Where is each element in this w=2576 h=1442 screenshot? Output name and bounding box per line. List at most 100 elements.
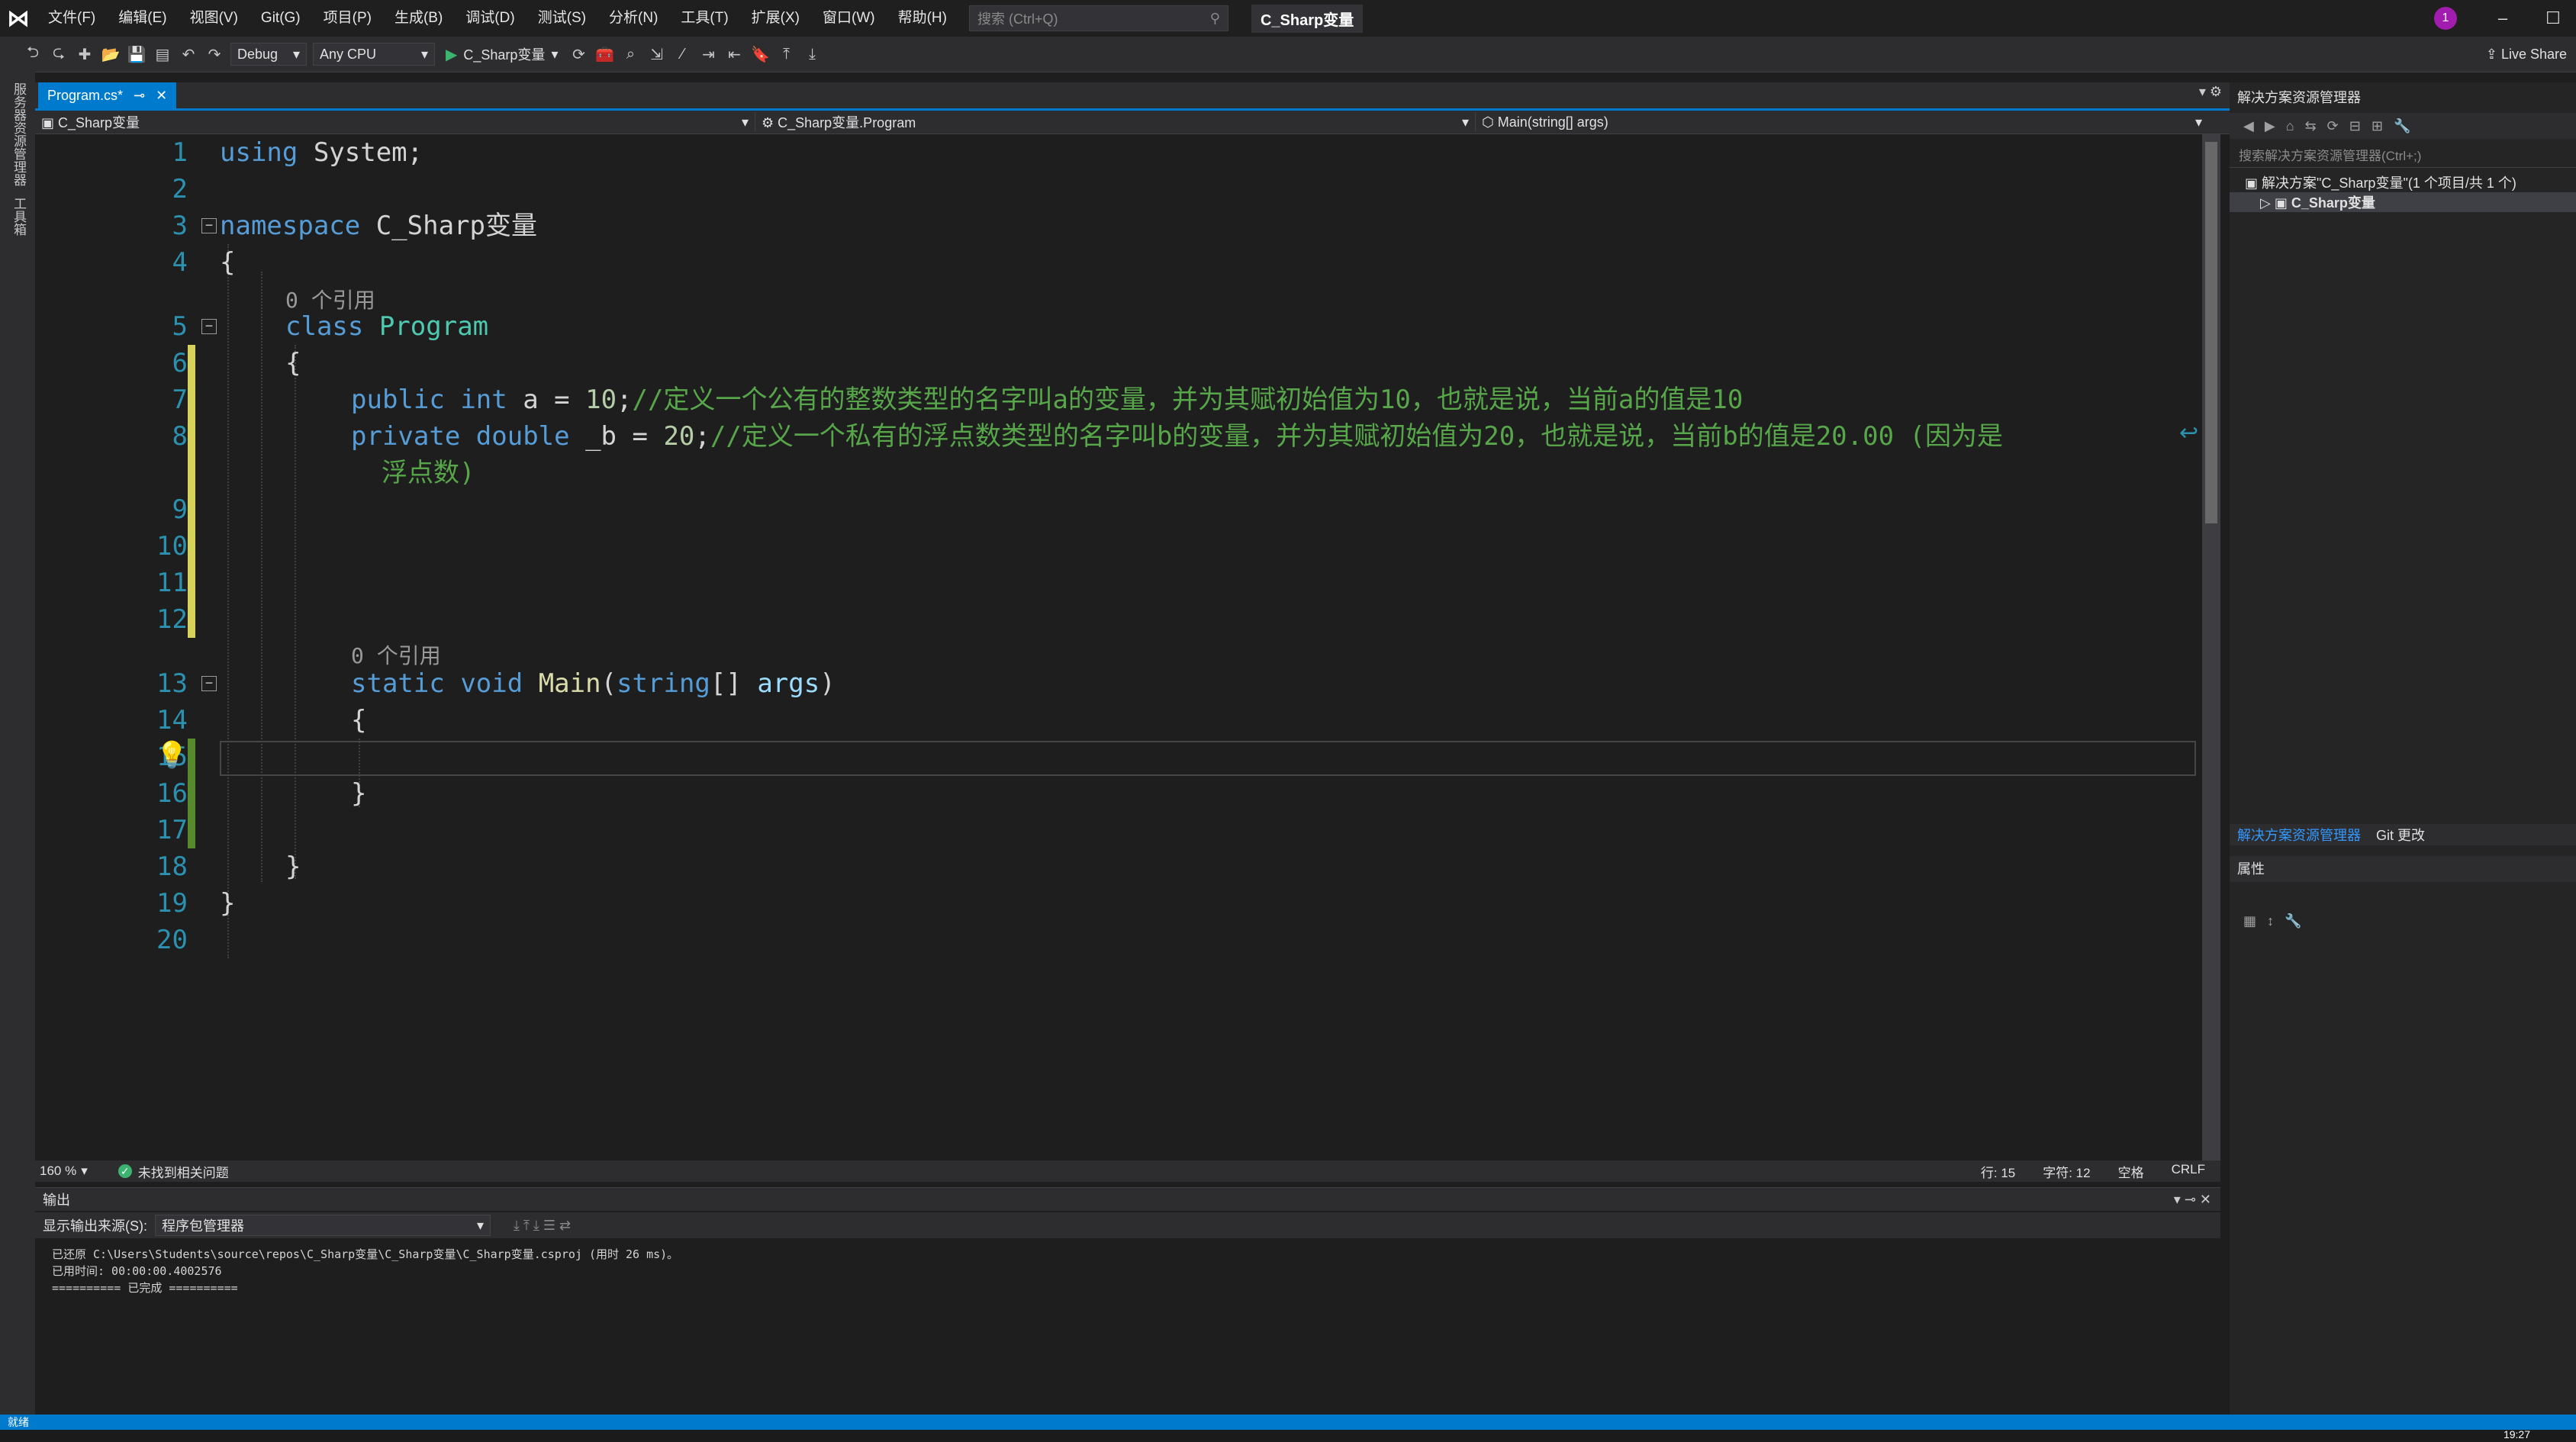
line-ending-indicator[interactable]: CRLF <box>2172 1162 2205 1181</box>
share-icon: ⇪ <box>2485 47 2501 62</box>
home-icon[interactable]: ⌂ <box>2286 118 2294 134</box>
menu-window[interactable]: 窗口(W) <box>811 0 887 37</box>
undo-icon[interactable]: ↶ <box>175 41 201 67</box>
chevron-down-icon: ▾ <box>476 1217 484 1233</box>
scrollbar-thumb[interactable] <box>2205 142 2217 523</box>
property-pages-icon[interactable]: 🔧 <box>2285 913 2301 929</box>
expand-icon[interactable]: ▷ <box>2260 195 2275 211</box>
menu-git[interactable]: Git(G) <box>250 0 312 37</box>
solution-configuration-select[interactable]: Debug ▾ <box>230 43 307 66</box>
tab-overflow-chevron-icon[interactable]: ▾ ⚙ <box>2199 84 2222 100</box>
caret-info: 行: 15 字符: 12 空格 CRLF <box>1981 1162 2205 1181</box>
issues-indicator[interactable]: ✓ 未找到相关问题 <box>118 1162 229 1181</box>
step-icon[interactable]: ⇲ <box>643 41 669 67</box>
char-indicator[interactable]: 字符: 12 <box>2043 1162 2090 1181</box>
output-toolbar-icons[interactable]: ⤓ ⤒ ⤓ ☰ ⇄ <box>514 1218 571 1234</box>
zoom-level[interactable]: 160 % <box>40 1164 76 1179</box>
whitespace-indicator[interactable]: 空格 <box>2118 1162 2144 1181</box>
menu-analyze[interactable]: 分析(N) <box>597 0 669 37</box>
live-share-button[interactable]: ⇪ Live Share <box>2486 37 2567 72</box>
tab-solution-explorer[interactable]: 解决方案资源管理器 <box>2237 825 2361 845</box>
menu-edit[interactable]: 编辑(E) <box>107 0 178 37</box>
menu-debug[interactable]: 调试(D) <box>454 0 526 37</box>
back-icon[interactable]: ◀ <box>2243 118 2254 134</box>
menu-project[interactable]: 项目(P) <box>312 0 383 37</box>
menu-tools[interactable]: 工具(T) <box>669 0 739 37</box>
show-all-files-icon[interactable]: ⊞ <box>2372 118 2383 134</box>
code-line-19: } <box>220 888 236 919</box>
output-source-select[interactable]: 程序包管理器 ▾ <box>155 1215 491 1236</box>
visual-studio-logo-icon[interactable]: ⋈ <box>0 0 37 37</box>
member-dropdown[interactable]: ⬡ Main(string[] args) ▾ <box>1476 112 2208 132</box>
navigate-forward-icon[interactable]: ⮎ <box>46 41 72 67</box>
solution-platform-select[interactable]: Any CPU ▾ <box>313 43 435 66</box>
type-dropdown[interactable]: ⚙ C_Sharp变量.Program ▾ <box>755 112 1476 132</box>
outdent-icon[interactable]: ⇤ <box>721 41 747 67</box>
collapse-class-icon[interactable]: − <box>201 319 217 334</box>
line-indicator[interactable]: 行: 15 <box>1981 1162 2015 1181</box>
menu-view[interactable]: 视图(V) <box>179 0 250 37</box>
collapse-method-icon[interactable]: − <box>201 676 217 691</box>
tree-project-node[interactable]: ▷ ▣ C_Sharp变量 <box>2230 192 2576 212</box>
solution-explorer-panel: 解决方案资源管理器 ◀ ▶ ⌂ ⇆ ⟳ ⊟ ⊞ 🔧 搜索解决方案资源管理器(Ct… <box>2230 82 2576 1415</box>
taskbar-clock: 19:27 <box>2503 1428 2530 1440</box>
toolbox-icon[interactable]: 🧰 <box>591 41 617 67</box>
save-icon[interactable]: 💾 <box>124 41 150 67</box>
tree-solution-node[interactable]: ▣ 解决方案"C_Sharp变量"(1 个项目/共 1 个) <box>2245 172 2516 192</box>
chevron-down-icon: ▾ <box>81 1164 88 1178</box>
menu-test[interactable]: 测试(S) <box>526 0 597 37</box>
solution-search-input[interactable]: 搜索解决方案资源管理器(Ctrl+;) <box>2230 145 2576 168</box>
bookmark-icon[interactable]: 🔖 <box>747 41 773 67</box>
line-number: 4 <box>172 247 188 278</box>
search-input[interactable]: 搜索 (Ctrl+Q) ⚲ <box>968 5 1228 31</box>
document-tab-row: Program.cs* ⊸ ✕ ▾ ⚙ <box>35 82 2230 111</box>
comment-icon[interactable]: ⁄ <box>669 41 695 67</box>
save-all-icon[interactable]: ▤ <box>150 41 175 67</box>
type-name: C_Sharp变量.Program <box>778 115 916 130</box>
panel-controls-icon[interactable]: ▾ ⊸ ✕ <box>2174 1192 2211 1208</box>
properties-header: 属性 <box>2230 856 2576 882</box>
alphabetical-icon[interactable]: ↕ <box>2267 913 2274 929</box>
redo-icon[interactable]: ↷ <box>201 41 227 67</box>
prev-bookmark-icon[interactable]: ⤒ <box>773 41 799 67</box>
tab-program-cs[interactable]: Program.cs* ⊸ ✕ <box>38 82 177 108</box>
next-bookmark-icon[interactable]: ⤓ <box>799 41 825 67</box>
chevron-down-icon: ▾ <box>1461 114 1469 130</box>
right-panel-tabs: 解决方案资源管理器 Git 更改 <box>2230 824 2576 845</box>
navigate-back-icon[interactable]: ⮌ <box>20 41 46 67</box>
code-editor[interactable]: 1 2 3 4 5 6 7 8 9 10 11 12 13 14 15 16 1… <box>35 134 2202 1160</box>
indent-icon[interactable]: ⇥ <box>695 41 721 67</box>
editor-vertical-scrollbar[interactable] <box>2202 134 2220 1160</box>
toolbox-tab[interactable]: 工具箱 <box>9 197 28 236</box>
close-icon[interactable]: ✕ <box>156 88 167 104</box>
output-source-label: 显示输出来源(S): <box>43 1218 147 1234</box>
start-debugging-button[interactable]: ▶ C_Sharp变量 ▾ <box>438 44 565 64</box>
minimize-icon[interactable]: – <box>2480 0 2526 37</box>
forward-icon[interactable]: ▶ <box>2265 118 2275 134</box>
menu-file[interactable]: 文件(F) <box>37 0 107 37</box>
account-notification-badge[interactable]: 1 <box>2434 7 2457 30</box>
properties-toolbar: ▦ ↕ 🔧 <box>2230 908 2576 934</box>
menu-build[interactable]: 生成(B) <box>383 0 454 37</box>
menu-extensions[interactable]: 扩展(X) <box>740 0 811 37</box>
properties-icon[interactable]: 🔧 <box>2394 118 2410 134</box>
project-dropdown[interactable]: ▣ C_Sharp变量 ▾ <box>35 112 755 132</box>
menu-help[interactable]: 帮助(H) <box>887 0 958 37</box>
find-in-files-icon[interactable]: ⌕ <box>617 41 643 67</box>
collapse-namespace-icon[interactable]: − <box>201 218 217 233</box>
switch-views-icon[interactable]: ⇆ <box>2305 118 2317 134</box>
solution-title: C_Sharp变量 <box>1251 4 1364 33</box>
open-file-icon[interactable]: 📂 <box>98 41 124 67</box>
categorized-icon[interactable]: ▦ <box>2243 913 2256 929</box>
sync-icon[interactable]: ⟳ <box>2327 118 2339 134</box>
pin-icon[interactable]: ⊸ <box>134 88 145 104</box>
maximize-icon[interactable]: ☐ <box>2530 0 2576 37</box>
lightbulb-icon[interactable]: 💡 <box>156 740 188 771</box>
collapse-all-icon[interactable]: ⊟ <box>2349 118 2361 134</box>
code-line-1: using System; <box>220 137 423 168</box>
new-project-icon[interactable]: ✚ <box>72 41 98 67</box>
tab-git-changes[interactable]: Git 更改 <box>2376 825 2425 845</box>
run-target-label: C_Sharp变量 <box>463 47 546 63</box>
browser-link-icon[interactable]: ⟳ <box>565 41 591 67</box>
server-explorer-tab[interactable]: 服务器资源管理器 <box>9 82 28 186</box>
